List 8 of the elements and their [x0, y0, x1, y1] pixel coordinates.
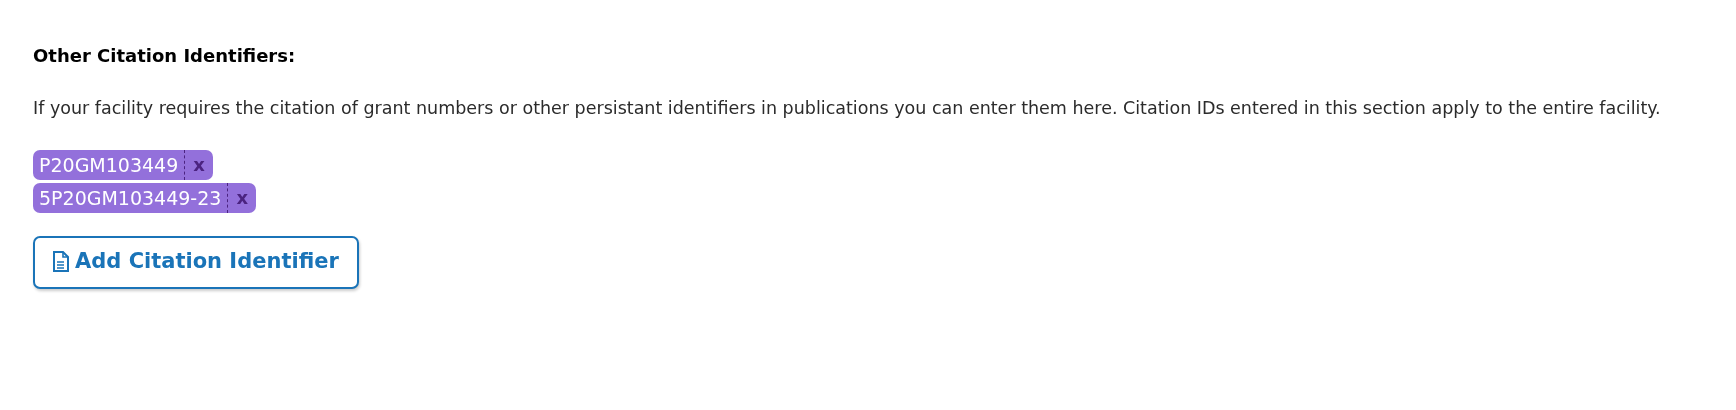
tag-label: 5P20GM103449-23: [38, 186, 223, 211]
tag-label: P20GM103449: [38, 153, 180, 178]
document-icon: [52, 250, 69, 273]
section-heading: Other Citation Identifiers:: [33, 44, 297, 68]
description-text: If your facility requires the citation of grant numbers or other persistant identifiers in publications you can enter them here. Citation IDs entered in this section apply to the entire facility.: [33, 97, 1662, 120]
remove-tag-button[interactable]: x: [184, 150, 213, 180]
add-citation-button[interactable]: Add Citation Identifier: [33, 236, 359, 289]
remove-tag-button[interactable]: x: [227, 183, 257, 213]
